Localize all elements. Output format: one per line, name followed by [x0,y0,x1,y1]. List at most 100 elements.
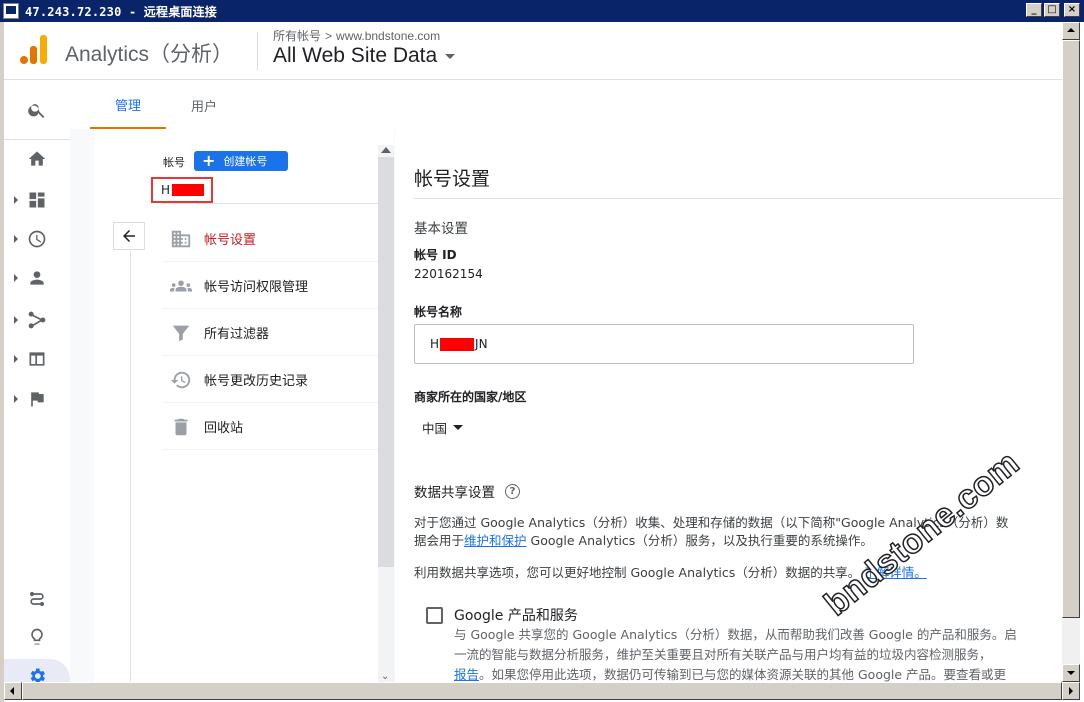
account-name-prefix: H [430,337,440,351]
arrow-left-icon [123,230,135,242]
data-sharing-title: 数据共享设置 [414,485,495,501]
account-settings-panel: 帐号设置 基本设置 帐号 ID 220162154 帐号名称 H JN 商家所在的… [395,129,1062,682]
nav-conversions[interactable] [4,382,70,416]
window-controls: _ □ × [1026,3,1080,17]
menu-trash-can[interactable]: 回收站 [162,404,378,450]
clock-icon [28,230,46,248]
breadcrumb-site[interactable]: www.bndstone.com [336,29,440,43]
close-button[interactable]: × [1064,3,1080,17]
window-vertical-scrollbar[interactable] [1062,22,1080,682]
dashboard-icon [29,192,45,208]
tab-users[interactable]: 用户 [166,81,242,129]
google-products-line: 一流的智能与数据分析服务，维护至关重要且对所有关联产品与用户均有益的垃圾内容检测… [454,647,992,662]
maximize-button[interactable]: □ [1044,3,1060,17]
behavior-icon [29,352,45,366]
expand-arrow-icon [14,274,18,282]
google-products-text: 。如果您停用此选项，数据仍可传输到已与您的媒体资源关联的其他 Google 产品… [479,667,1007,682]
account-name-input[interactable]: H JN [414,324,914,364]
admin-content: 帐号 + 创建帐号 H 帐号设置 帐号访问权限管理 所有过滤器 帐号更改历史记录 [70,129,1062,682]
menu-label: 帐号设置 [204,232,257,247]
trash-icon [174,418,188,435]
history-icon [170,371,191,388]
account-selector[interactable]: H [151,177,213,203]
scroll-thumb[interactable] [378,157,394,567]
breadcrumb[interactable]: 所有帐号 > www.bndstone.com [273,27,440,44]
building-icon [171,230,191,247]
maintain-protect-link[interactable]: 维护和保护 [464,533,527,548]
google-products-line: 报告。如果您停用此选项，数据仍可传输到已与您的媒体资源关联的其他 Google … [454,665,1006,682]
scroll-thumb[interactable] [22,682,1062,700]
scroll-up-icon[interactable] [1062,22,1080,40]
column-divider [130,251,131,682]
panel-divider [162,203,378,204]
basic-settings-heading: 基本设置 [414,221,468,237]
account-id-value: 220162154 [414,267,483,281]
left-nav [4,81,70,689]
country-select[interactable]: 中国 [422,418,464,437]
nav-divider [4,139,70,140]
breadcrumb-separator-icon: > [325,29,333,43]
person-icon [30,271,44,285]
create-account-button[interactable]: + 创建帐号 [194,151,288,171]
app-name: Analytics（分析） [65,43,234,66]
scroll-up-icon[interactable] [381,147,391,153]
nav-customization[interactable] [4,183,70,217]
people-icon [170,280,192,291]
nav-discover[interactable] [4,620,70,654]
minimize-button[interactable]: _ [1026,3,1042,17]
menu-user-management[interactable]: 帐号访问权限管理 [162,263,378,309]
nav-search[interactable] [4,93,70,127]
options-text: 利用数据共享选项，您可以更好地控制 Google Analytics（分析）数据… [414,565,861,580]
search-icon [28,104,45,118]
scroll-right-icon[interactable] [1062,682,1080,700]
property-label: All Web Site Data [273,44,438,67]
filter-icon [172,325,190,341]
page-title: 帐号设置 [414,169,491,190]
data-sharing-heading: 数据共享设置 ? [414,481,520,501]
scroll-down-icon[interactable] [1062,664,1080,682]
header-divider [257,32,258,70]
nav-acquisition[interactable] [4,303,70,337]
description-line-2: 据会用于维护和保护 Google Analytics（分析）服务，以及执行重要的… [414,532,1062,550]
nav-attribution[interactable] [4,582,70,616]
expand-arrow-icon [14,395,18,403]
back-button[interactable] [113,222,145,250]
menu-all-filters[interactable]: 所有过滤器 [162,310,378,356]
account-name: H [161,183,171,197]
admin-tabs: 管理 用户 [70,81,1062,129]
home-icon [28,151,46,166]
redaction-mark [440,337,475,351]
app-header: Analytics（分析） 所有帐号 > www.bndstone.com All … [4,22,1062,80]
data-sharing-options-text: 利用数据共享选项，您可以更好地控制 Google Analytics（分析）数据… [414,564,1062,582]
menu-label: 帐号更改历史记录 [204,373,309,388]
window-title-bar: 47.243.72.230 - 远程桌面连接 _ □ × [0,0,1084,22]
report-link[interactable]: 报告 [454,667,479,682]
google-products-line: 与 Google 共享您的 Google Analytics（分析）数据，从而帮… [454,627,1017,642]
scroll-left-icon[interactable] [4,682,22,700]
google-products-title: Google 产品和服务 [454,608,578,624]
country-label: 商家所在的国家/地区 [414,390,527,404]
google-products-checkbox[interactable] [426,607,443,624]
menu-change-history[interactable]: 帐号更改历史记录 [162,357,378,403]
acquisition-icon [28,311,46,329]
nav-home[interactable] [4,142,70,176]
help-icon[interactable]: ? [505,483,520,499]
section-divider [414,198,1062,199]
account-column-scrollbar[interactable]: ⌄ [378,145,394,682]
country-value: 中国 [422,421,448,436]
breadcrumb-all-accounts[interactable]: 所有帐号 [273,29,321,43]
expand-arrow-icon [14,196,18,204]
property-selector[interactable]: All Web Site Data [273,44,456,68]
analytics-logo-icon[interactable] [20,34,48,64]
remote-desktop-icon [3,3,19,19]
scroll-thumb[interactable] [1062,40,1080,618]
expand-arrow-icon [14,235,18,243]
scroll-down-icon[interactable]: ⌄ [381,671,389,682]
tab-admin[interactable]: 管理 [90,81,166,129]
dropdown-arrow-icon [453,425,464,430]
nav-realtime[interactable] [4,222,70,256]
menu-account-settings[interactable]: 帐号设置 [162,216,378,262]
nav-audience[interactable] [4,261,70,295]
window-horizontal-scrollbar[interactable] [4,682,1080,700]
nav-behavior[interactable] [4,342,70,376]
